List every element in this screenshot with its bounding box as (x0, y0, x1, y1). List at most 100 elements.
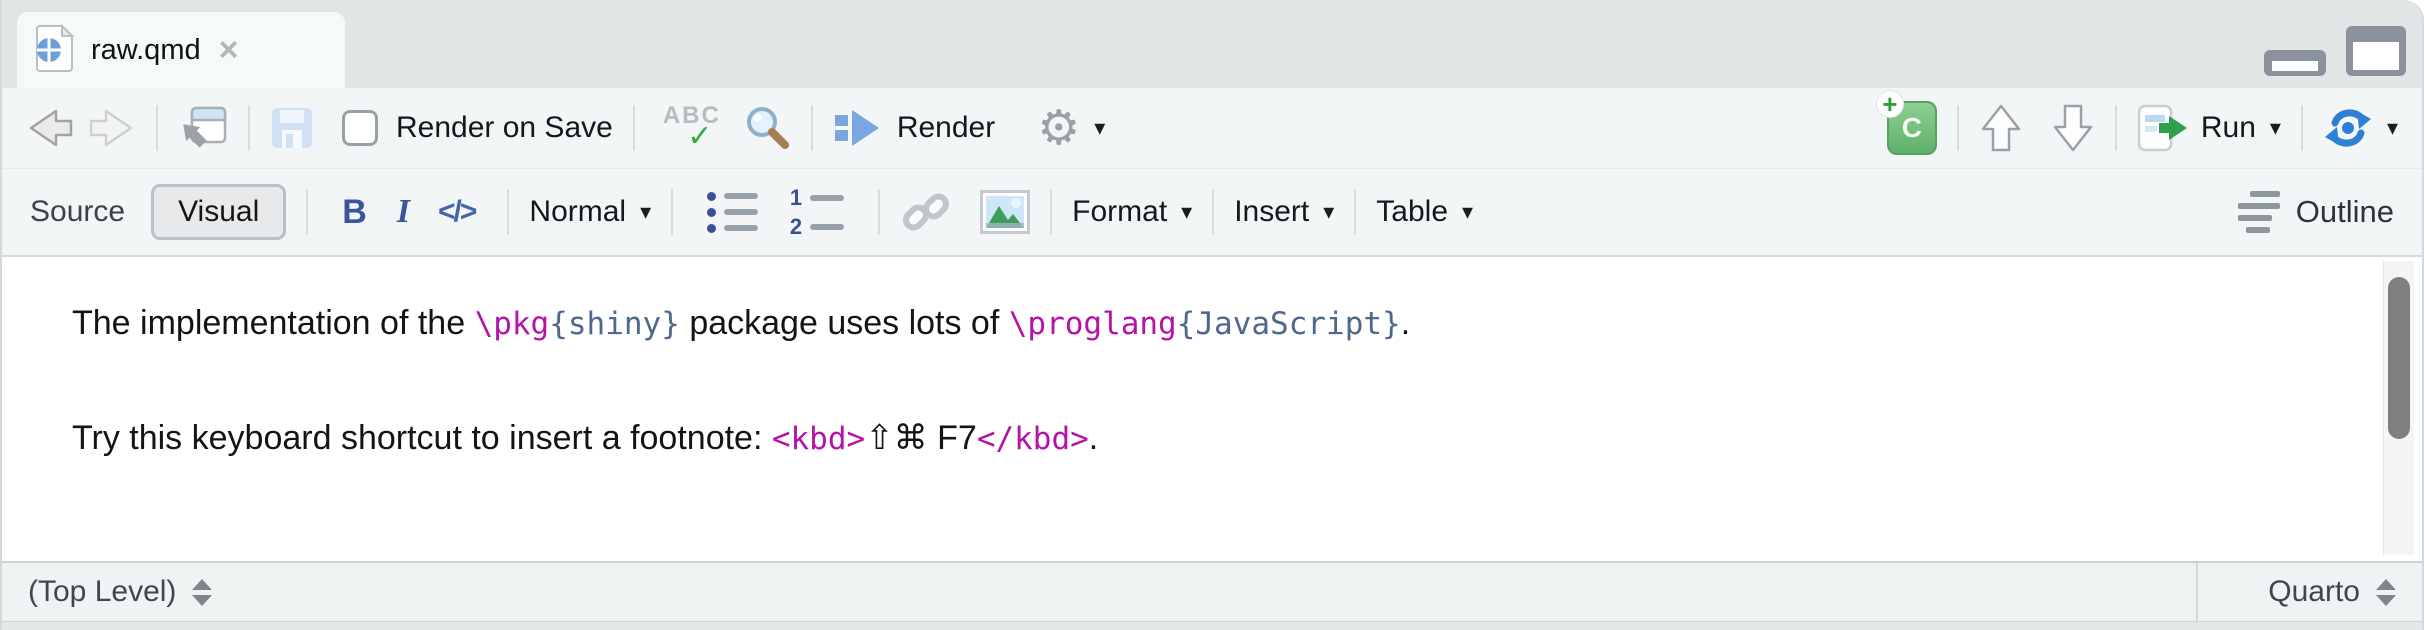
divider (2115, 105, 2117, 151)
bullet-dot (707, 192, 716, 201)
render-on-save-checkbox[interactable]: Render on Save (342, 110, 613, 146)
italic-button[interactable]: I (397, 193, 410, 231)
tab-source-mode[interactable]: Source (30, 195, 125, 229)
spellcheck-check-icon: ✓ (687, 122, 712, 152)
document-format-selector[interactable]: Quarto (2196, 563, 2422, 621)
gear-icon: ⚙ (1037, 104, 1080, 152)
editor-paragraph[interactable]: Try this keyboard shortcut to insert a f… (2, 348, 2422, 463)
forward-button[interactable] (88, 108, 136, 148)
outline-icon (2236, 191, 2280, 233)
format-menu-label: Format (1072, 195, 1167, 229)
chevron-down-icon: ▾ (2270, 116, 2281, 141)
spellcheck-button[interactable]: ABC ✓ (663, 104, 721, 152)
scope-label: (Top Level) (28, 575, 176, 609)
scrollbar-thumb[interactable] (2388, 277, 2410, 439)
divider (878, 189, 880, 235)
divider (633, 105, 635, 151)
divider (1354, 189, 1356, 235)
minimize-pane-icon[interactable] (2264, 50, 2326, 76)
editor-paragraph[interactable]: The implementation of the \pkg{shiny} pa… (2, 257, 2422, 348)
insert-image-button[interactable] (980, 190, 1030, 234)
open-in-new-window-button[interactable] (178, 105, 228, 151)
text-segment-tex-command: \proglang (1009, 306, 1177, 342)
up-down-icon (2376, 579, 2396, 606)
chevron-down-icon: ▾ (2387, 116, 2398, 141)
find-replace-button[interactable] (743, 104, 791, 152)
tab-title: raw.qmd (91, 34, 201, 67)
bullet-list-button[interactable] (707, 192, 758, 233)
outline-toggle-button[interactable]: Outline (2236, 191, 2394, 233)
up-down-icon (192, 579, 212, 606)
render-button[interactable]: Render (833, 108, 995, 148)
insert-chunk-button[interactable]: C + (1887, 101, 1937, 155)
list-number: 1 (786, 187, 802, 209)
text-segment-plain: Try this keyboard shortcut to insert a f… (72, 419, 772, 457)
scope-selector[interactable]: (Top Level) (2, 575, 212, 609)
bullet-dot (707, 208, 716, 217)
list-line (810, 224, 844, 230)
list-number: 2 (786, 216, 802, 238)
divider (248, 105, 250, 151)
arrow-up-icon (1979, 103, 2023, 153)
text-segment-plain: . (1089, 419, 1098, 457)
format-label: Quarto (2268, 575, 2360, 609)
text-segment-html-tag: </kbd> (977, 421, 1089, 457)
save-floppy-icon (270, 106, 314, 150)
list-line (810, 195, 844, 201)
tab-close-icon[interactable]: × (219, 33, 239, 67)
tab-visual-mode[interactable]: Visual (151, 184, 286, 240)
editor-pane-window: raw.qmd × (0, 0, 2424, 630)
text-segment-plain: The implementation of the (72, 304, 475, 342)
text-segment-plain: ⇧⌘ F7 (865, 419, 977, 457)
paragraph-style-dropdown[interactable]: Normal ▾ (529, 195, 651, 229)
divider (1957, 105, 1959, 151)
insert-menu[interactable]: Insert ▾ (1234, 195, 1334, 229)
render-on-save-label: Render on Save (396, 111, 613, 145)
format-menu[interactable]: Format ▾ (1072, 195, 1192, 229)
divider (1212, 189, 1214, 235)
back-arrow-icon (26, 108, 74, 148)
divider (306, 189, 308, 235)
list-line (724, 225, 758, 231)
run-next-chunks-button[interactable] (2051, 103, 2095, 153)
search-icon (743, 104, 791, 152)
chevron-down-icon: ▾ (1181, 200, 1192, 225)
text-segment-html-tag: <kbd> (772, 421, 865, 457)
bold-button[interactable]: B (342, 193, 367, 232)
window-controls (2264, 26, 2406, 76)
code-button[interactable]: </> (438, 195, 475, 229)
list-line (724, 209, 758, 215)
plus-badge-icon: + (1877, 91, 1903, 117)
run-button[interactable]: Run ▾ (2137, 104, 2281, 152)
popout-window-icon (178, 105, 228, 151)
insert-menu-label: Insert (1234, 195, 1309, 229)
insert-link-button[interactable] (900, 188, 952, 236)
back-button[interactable] (26, 108, 74, 148)
checkbox-box[interactable] (342, 110, 378, 146)
run-icon (2137, 104, 2189, 152)
run-previous-chunks-button[interactable] (1979, 103, 2023, 153)
maximize-pane-icon[interactable] (2346, 26, 2406, 76)
tab-raw-qmd[interactable]: raw.qmd × (16, 11, 346, 88)
editor-status-bar: (Top Level) Quarto (2, 561, 2422, 621)
paragraph-style-value: Normal (529, 195, 626, 229)
render-options-button[interactable]: ⚙ ▾ (1037, 104, 1105, 152)
text-segment-tex-arg: {shiny} (549, 306, 680, 342)
vertical-scrollbar[interactable] (2383, 261, 2414, 555)
chunk-letter: C (1902, 112, 1922, 144)
divider (156, 105, 158, 151)
table-menu[interactable]: Table ▾ (1376, 195, 1473, 229)
save-button[interactable] (270, 106, 314, 150)
outline-label: Outline (2296, 194, 2394, 230)
run-label: Run (2201, 111, 2256, 145)
render-label: Render (897, 111, 995, 145)
link-icon (900, 188, 952, 236)
code-chunk-icon: C + (1887, 101, 1937, 155)
text-segment-tex-command: \pkg (475, 306, 550, 342)
source-document-button[interactable]: ▾ (2323, 105, 2398, 151)
visual-editor-canvas[interactable]: The implementation of the \pkg{shiny} pa… (2, 257, 2422, 561)
numbered-list-button[interactable]: 1 2 (786, 187, 844, 238)
bullet-dot (707, 224, 716, 233)
chevron-down-icon: ▾ (1094, 116, 1105, 141)
divider (507, 189, 509, 235)
